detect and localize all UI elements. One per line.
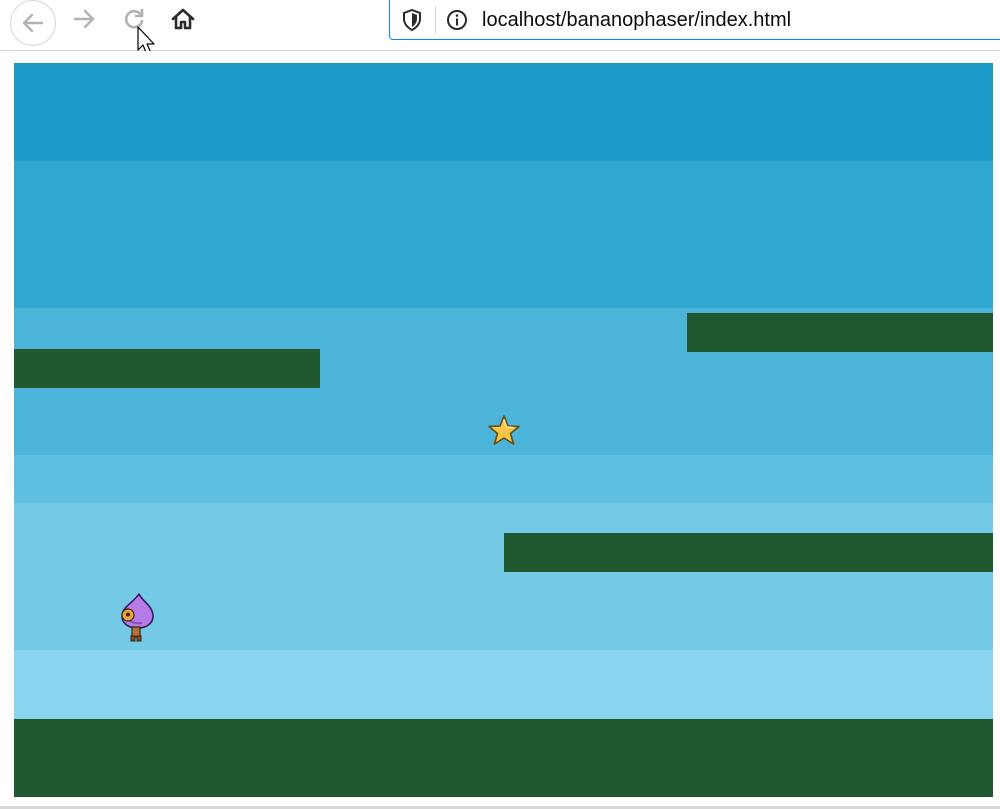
platform-middle bbox=[504, 533, 993, 572]
platform-right bbox=[687, 313, 993, 352]
sky-band bbox=[14, 161, 993, 308]
back-button[interactable] bbox=[10, 0, 56, 46]
browser-toolbar: localhost/bananophaser/index.html bbox=[0, 0, 1000, 56]
home-button[interactable] bbox=[165, 1, 201, 37]
reload-button[interactable] bbox=[116, 1, 152, 37]
shield-icon[interactable] bbox=[400, 8, 424, 32]
arrow-right-icon bbox=[73, 9, 95, 29]
url-bar-divider bbox=[435, 6, 436, 34]
ground bbox=[14, 719, 993, 797]
home-icon bbox=[171, 8, 195, 30]
reload-icon bbox=[124, 8, 144, 29]
url-bar[interactable]: localhost/bananophaser/index.html bbox=[389, 0, 1000, 40]
player-character bbox=[121, 593, 154, 642]
info-icon[interactable] bbox=[445, 8, 469, 32]
arrow-left-icon bbox=[22, 13, 44, 33]
url-text[interactable]: localhost/bananophaser/index.html bbox=[482, 6, 791, 34]
sky-band bbox=[14, 503, 993, 650]
star-icon bbox=[488, 415, 520, 445]
sky-band bbox=[14, 455, 993, 503]
sky-band bbox=[14, 63, 993, 161]
game-canvas[interactable] bbox=[14, 63, 993, 797]
platform-left bbox=[14, 349, 320, 388]
forward-button[interactable] bbox=[66, 1, 102, 37]
page-content bbox=[0, 51, 1000, 809]
